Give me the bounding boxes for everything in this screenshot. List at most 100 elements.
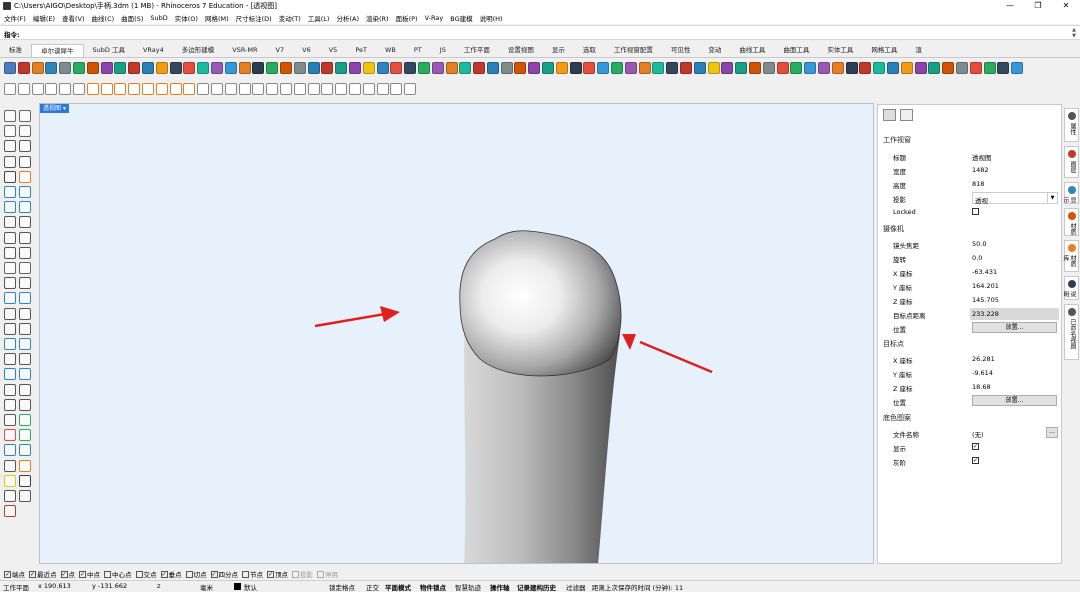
tool-icon[interactable] [128, 83, 141, 95]
toolbar-tab[interactable]: 网格工具 [862, 44, 906, 57]
toolbar-tab[interactable]: 多边形建模 [173, 44, 224, 57]
tool-icon[interactable] [831, 62, 844, 74]
tool-icon[interactable] [4, 307, 16, 320]
tool-icon[interactable] [4, 338, 16, 350]
tool-icon[interactable] [4, 110, 16, 122]
tool-icon[interactable] [404, 62, 417, 74]
tool-icon[interactable] [114, 62, 127, 74]
tool-icon[interactable] [279, 83, 292, 95]
toolbar-tab[interactable]: JS [431, 44, 455, 57]
tool-icon[interactable] [238, 62, 251, 74]
tool-icon[interactable] [348, 62, 361, 74]
tool-icon[interactable] [555, 62, 568, 74]
panel-tab[interactable]: 显示 [1062, 182, 1079, 204]
tool-icon[interactable] [266, 83, 279, 95]
tool-icon[interactable] [624, 62, 637, 74]
osnap-checkbox[interactable] [292, 570, 299, 578]
tool-icon[interactable] [4, 490, 16, 502]
tool-icon[interactable] [19, 474, 31, 487]
tool-icon[interactable] [19, 277, 31, 290]
locked-checkbox[interactable] [972, 208, 979, 215]
tool-icon[interactable] [900, 62, 913, 74]
osnap-checkbox[interactable]: ✓ [267, 570, 274, 578]
osnap-checkbox[interactable] [242, 570, 249, 578]
toolbar-tab[interactable]: V7 [267, 44, 294, 57]
tool-icon[interactable] [183, 83, 196, 95]
osnap-toggle[interactable]: ✓ 中点 [79, 569, 100, 579]
tool-icon[interactable] [4, 125, 16, 138]
perspective-viewport[interactable]: 透视图 ▾ [39, 103, 874, 564]
tool-icon[interactable] [376, 83, 389, 95]
toolbar-tab[interactable]: 实体工具 [818, 44, 862, 57]
tool-icon[interactable] [31, 83, 44, 95]
osnap-toggle[interactable]: 停用 [317, 569, 338, 579]
tool-icon[interactable] [983, 62, 996, 74]
tool-icon[interactable] [4, 62, 16, 74]
grayscale-checkbox[interactable]: ✓ [972, 457, 979, 464]
toolbar-tab[interactable]: 卓尔谟犀牛 [31, 44, 84, 57]
panel-tab[interactable]: 材质 [1064, 208, 1079, 236]
tool-icon[interactable] [804, 62, 817, 74]
tool-icon[interactable] [969, 62, 982, 74]
osnap-checkbox[interactable]: ✓ [4, 570, 11, 578]
tool-icon[interactable] [597, 62, 610, 74]
tool-icon[interactable] [4, 353, 16, 366]
tool-icon[interactable] [4, 277, 16, 290]
menu-item[interactable]: V-Ray [425, 14, 444, 22]
tool-icon[interactable] [72, 83, 85, 95]
close-button[interactable]: ✕ [1052, 0, 1080, 12]
tool-icon[interactable] [4, 444, 16, 457]
tool-icon[interactable] [376, 62, 389, 74]
tool-icon[interactable] [500, 62, 513, 74]
tool-icon[interactable] [4, 398, 16, 411]
tool-icon[interactable] [19, 338, 31, 350]
planar-toggle[interactable]: 平面模式 [385, 582, 411, 592]
tool-icon[interactable] [293, 62, 306, 74]
tool-icon[interactable] [307, 62, 320, 74]
tool-icon[interactable] [486, 62, 499, 74]
property-value[interactable]: -9.614 [972, 369, 993, 377]
filter-toggle[interactable]: 过滤器 [566, 582, 586, 592]
tool-icon[interactable] [19, 201, 31, 214]
menu-item[interactable]: 曲面(S) [121, 13, 143, 23]
tool-icon[interactable] [19, 155, 31, 168]
menu-item[interactable]: 变动(T) [279, 13, 301, 23]
menu-item[interactable]: 文件(F) [4, 13, 26, 23]
toolbar-tab[interactable]: 渲 [906, 44, 931, 57]
viewport-title-tab[interactable]: 透视图 ▾ [40, 104, 69, 113]
tool-icon[interactable] [100, 62, 113, 74]
tool-icon[interactable] [638, 62, 651, 74]
tool-icon[interactable] [335, 83, 348, 95]
object-properties-icon[interactable] [900, 109, 913, 121]
minimize-button[interactable]: — [996, 0, 1024, 12]
tool-icon[interactable] [404, 83, 417, 95]
toolbar-tab[interactable]: 工作平面 [455, 44, 499, 57]
tool-icon[interactable] [762, 62, 775, 74]
toolbar-tab[interactable]: 曲面工具 [774, 44, 818, 57]
tool-icon[interactable] [914, 62, 927, 74]
menu-item[interactable]: 说明(H) [480, 13, 503, 23]
tool-icon[interactable] [887, 62, 899, 74]
tool-icon[interactable] [19, 186, 31, 198]
tool-icon[interactable] [873, 62, 886, 74]
tool-icon[interactable] [197, 62, 210, 74]
osnap-toggle[interactable]: ✓ 最近点 [29, 569, 57, 579]
tool-icon[interactable] [4, 201, 16, 214]
toolbar-tab[interactable]: 变动 [699, 44, 730, 57]
panel-tab[interactable]: 说明 [1062, 276, 1079, 300]
tool-icon[interactable] [169, 83, 182, 95]
osnap-toggle[interactable]: ✓ 端点 [4, 569, 25, 579]
tool-icon[interactable] [19, 429, 31, 442]
osnap-toggle[interactable]: ✓ 顶点 [267, 569, 288, 579]
toolbar-tab[interactable]: SubD 工具 [84, 44, 134, 57]
tool-icon[interactable] [335, 62, 348, 74]
tool-icon[interactable] [4, 505, 16, 518]
tool-icon[interactable] [4, 368, 16, 381]
grid-snap-toggle[interactable]: 锁定格点 [329, 582, 355, 592]
osnap-checkbox[interactable] [135, 570, 143, 578]
osnap-toggle[interactable]: 节点 [242, 569, 263, 579]
camera-place-button[interactable]: 放置... [972, 322, 1057, 333]
tool-icon[interactable] [4, 231, 16, 244]
property-value[interactable]: 50.0 [972, 240, 986, 248]
tool-icon[interactable] [155, 83, 168, 95]
